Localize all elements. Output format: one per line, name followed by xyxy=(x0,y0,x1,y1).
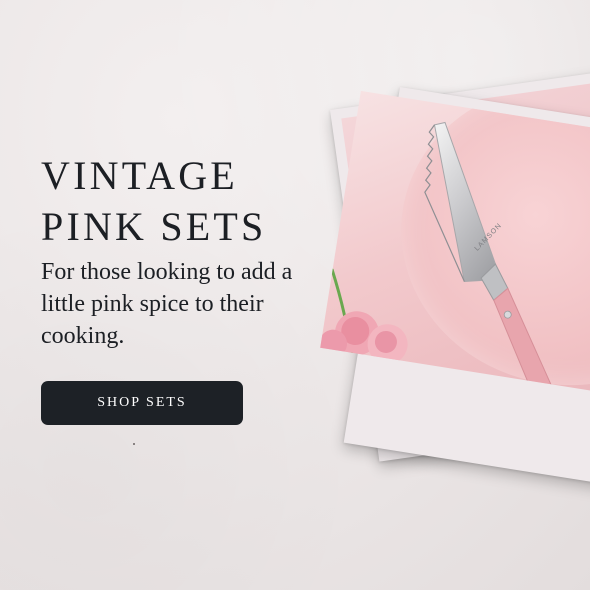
headline-line-1: VINTAGE xyxy=(41,153,238,198)
shop-sets-button[interactable]: SHOP SETS xyxy=(41,381,243,425)
product-polaroid[interactable]: LAMSON xyxy=(320,87,590,490)
promo-subtext: For those looking to add a little pink s… xyxy=(41,259,293,349)
decorative-dot xyxy=(133,443,135,445)
product-photo[interactable]: LAMSON xyxy=(320,90,590,400)
promo-headline: VINTAGE PINK SETS xyxy=(41,150,341,252)
headline-line-2: PINK SETS xyxy=(41,204,267,249)
